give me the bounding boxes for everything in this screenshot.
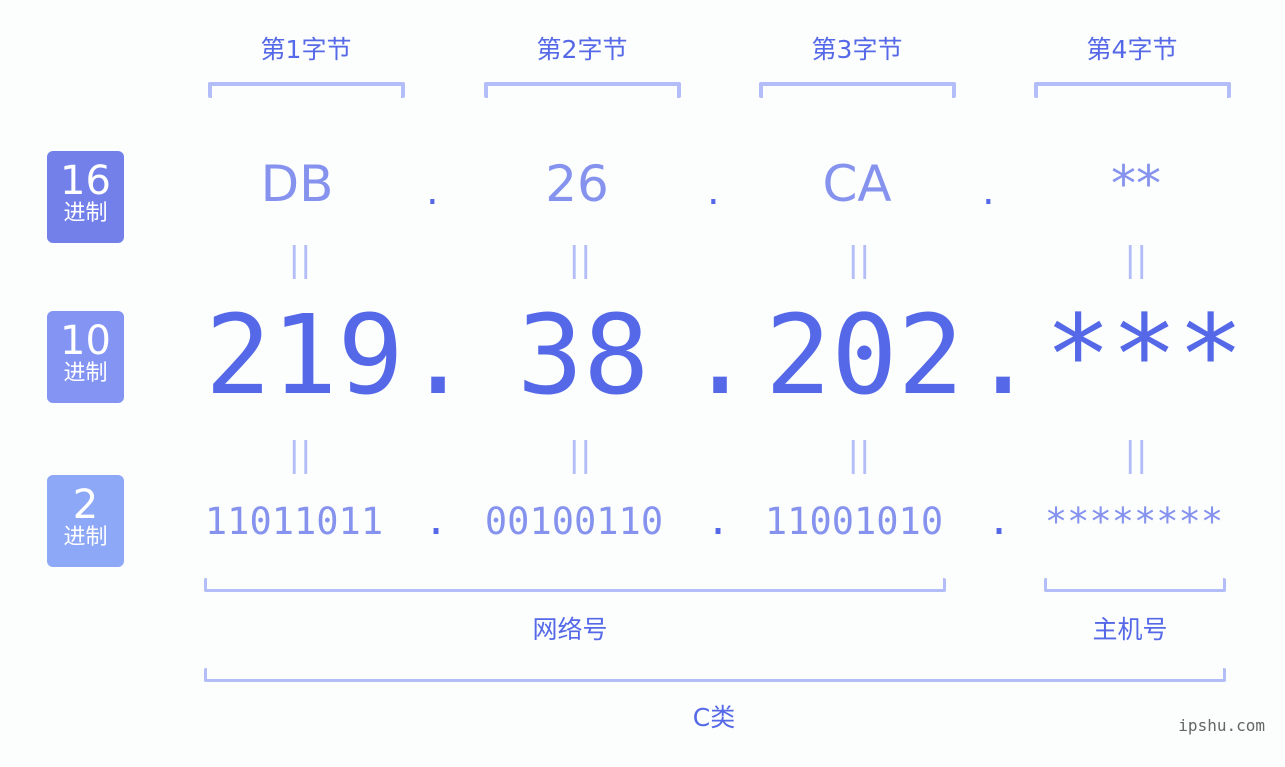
equals-sign: || — [1124, 435, 1148, 475]
dec-badge-number: 10 — [60, 318, 111, 364]
byte-2-bracket — [484, 82, 681, 98]
bin-byte-3: 11001010 — [764, 500, 944, 543]
equals-sign: || — [847, 435, 871, 475]
dec-byte-1: 219 — [205, 291, 404, 419]
bin-badge: 2 进制 — [47, 475, 124, 567]
byte-4-title: 第4字节 — [1086, 35, 1178, 64]
byte-3-bracket — [759, 82, 956, 98]
hex-badge-number: 16 — [60, 158, 111, 204]
bin-separator: . — [706, 498, 731, 544]
network-bracket — [204, 578, 946, 592]
equals-sign: || — [1124, 240, 1148, 280]
dec-byte-3: 202 — [765, 291, 964, 419]
hex-badge-label: 进制 — [63, 201, 108, 226]
dec-separator: . — [405, 291, 472, 419]
class-bracket — [204, 668, 1226, 682]
bin-separator: . — [987, 498, 1012, 544]
bin-badge-number: 2 — [72, 482, 99, 528]
network-label: 网络号 — [532, 615, 608, 644]
class-label: C类 — [692, 703, 736, 732]
dec-badge: 10 进制 — [47, 311, 124, 403]
bin-byte-4: ******** — [1044, 500, 1224, 543]
equals-sign: || — [288, 240, 312, 280]
dec-byte-4: *** — [1045, 291, 1244, 419]
hex-byte-4: ** — [1111, 155, 1161, 213]
bin-separator: . — [424, 498, 449, 544]
byte-4-bracket — [1034, 82, 1231, 98]
host-bracket — [1044, 578, 1226, 592]
equals-sign: || — [847, 240, 871, 280]
bin-badge-label: 进制 — [63, 525, 108, 550]
equals-sign: || — [288, 435, 312, 475]
equals-sign: || — [568, 240, 592, 280]
hex-badge: 16 进制 — [47, 151, 124, 243]
hex-separator: . — [707, 168, 720, 214]
byte-1-title: 第1字节 — [260, 35, 352, 64]
hex-byte-1: DB — [260, 155, 334, 213]
hex-byte-2: 26 — [545, 155, 609, 213]
dec-separator: . — [687, 291, 754, 419]
byte-1-bracket — [208, 82, 405, 98]
byte-3-title: 第3字节 — [811, 35, 903, 64]
hex-separator: . — [982, 168, 995, 214]
byte-2-title: 第2字节 — [536, 35, 628, 64]
equals-sign: || — [568, 435, 592, 475]
dec-badge-label: 进制 — [63, 361, 108, 386]
dec-separator: . — [970, 291, 1037, 419]
bin-byte-1: 11011011 — [204, 500, 384, 543]
hex-separator: . — [426, 168, 439, 214]
hex-byte-3: CA — [822, 155, 892, 213]
bin-byte-2: 00100110 — [484, 500, 664, 543]
host-label: 主机号 — [1092, 615, 1168, 644]
watermark: ipshu.com — [1178, 716, 1265, 735]
dec-byte-2: 38 — [517, 291, 650, 419]
